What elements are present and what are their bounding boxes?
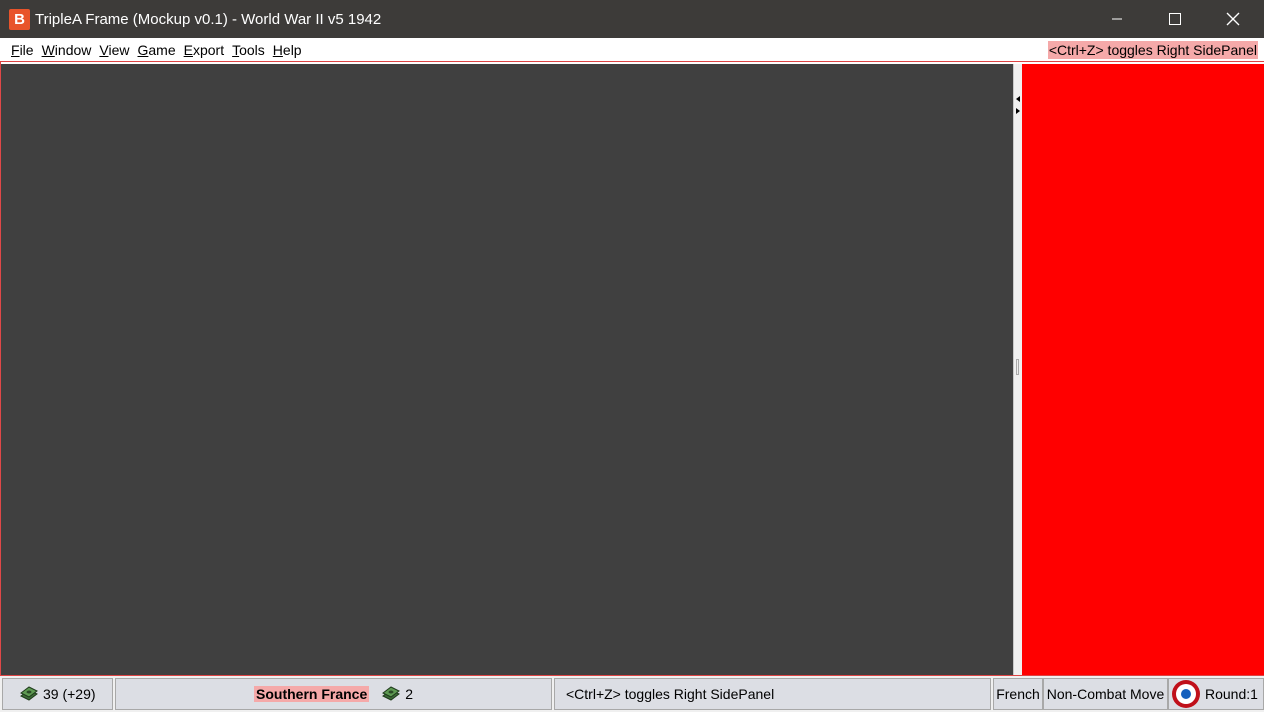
current-phase: Non-Combat Move — [1043, 678, 1168, 710]
menu-help[interactable]: Help — [273, 42, 302, 58]
menu-export[interactable]: Export — [184, 42, 224, 58]
map-panel[interactable] — [1, 64, 1013, 675]
round-status: Round:1 — [1168, 678, 1264, 710]
territory-value: 2 — [405, 686, 414, 702]
title-bar: B TripleA Frame (Mockup v0.1) - World Wa… — [0, 0, 1264, 38]
status-hint: <Ctrl+Z> toggles Right SidePanel — [554, 678, 991, 710]
menu-toggle-hint: <Ctrl+Z> toggles Right SidePanel — [1047, 41, 1258, 59]
phase-name: Non-Combat Move — [1046, 686, 1165, 702]
french-roundel-icon — [1172, 680, 1200, 708]
minimize-icon — [1112, 18, 1122, 20]
window-title: TripleA Frame (Mockup v0.1) - World War … — [35, 11, 382, 28]
territory-income-icon — [382, 686, 401, 701]
minimize-button[interactable] — [1088, 0, 1146, 38]
menu-game[interactable]: Game — [138, 42, 176, 58]
money-status: 39 (+29) — [2, 678, 113, 710]
player-name: French — [996, 686, 1040, 702]
maximize-icon — [1169, 13, 1181, 25]
close-icon — [1226, 12, 1240, 26]
current-player: French — [993, 678, 1043, 710]
menu-bar: File Window View Game Export Tools Help … — [0, 38, 1264, 62]
status-hint-text: <Ctrl+Z> toggles Right SidePanel — [566, 686, 775, 702]
menu-list: File Window View Game Export Tools Help — [11, 42, 310, 58]
territory-name: Southern France — [254, 686, 370, 702]
menu-view[interactable]: View — [99, 42, 129, 58]
territory-status: Southern France 2 — [115, 678, 552, 710]
money-stack-icon — [20, 686, 38, 701]
app-icon: B — [9, 9, 30, 30]
collapse-right-arrow-icon[interactable] — [1016, 108, 1020, 114]
close-button[interactable] — [1204, 0, 1262, 38]
side-panel-splitter[interactable] — [1013, 64, 1022, 675]
status-bar: 39 (+29) Southern France 2 <Ctrl+Z> togg… — [0, 675, 1264, 712]
menu-tools[interactable]: Tools — [232, 42, 265, 58]
splitter-grip-icon[interactable] — [1016, 359, 1019, 375]
right-side-panel — [1022, 64, 1264, 675]
collapse-left-arrow-icon[interactable] — [1016, 96, 1020, 102]
menu-window[interactable]: Window — [42, 42, 92, 58]
round-value: Round:1 — [1205, 686, 1258, 702]
money-value: 39 (+29) — [43, 686, 96, 702]
menu-file[interactable]: File — [11, 42, 34, 58]
maximize-button[interactable] — [1146, 0, 1204, 38]
